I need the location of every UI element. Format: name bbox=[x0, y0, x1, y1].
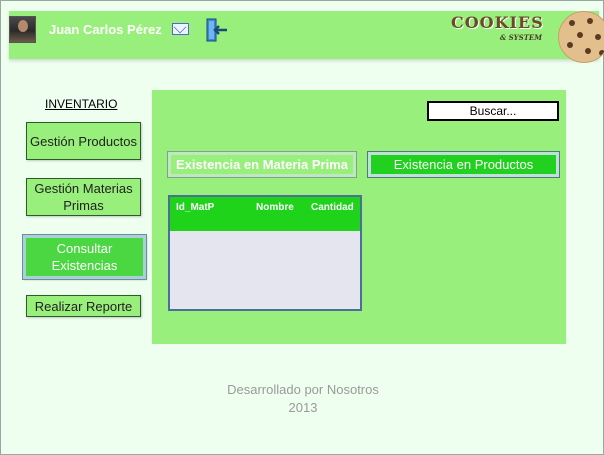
cookie-icon bbox=[558, 11, 604, 63]
sidebar-item-realizar-reporte[interactable]: Realizar Reporte bbox=[26, 295, 141, 317]
footer-year: 2013 bbox=[288, 400, 318, 415]
search-button[interactable]: Buscar... bbox=[427, 101, 559, 121]
user-name: Juan Carlos Pérez bbox=[49, 22, 162, 37]
logo-main-text: COOKIES bbox=[451, 13, 544, 32]
user-avatar[interactable] bbox=[9, 16, 36, 43]
app-header: Juan Carlos Pérez COOKIES & SYSTEM bbox=[9, 11, 604, 63]
footer-credit: Desarrollado por Nosotros bbox=[227, 382, 379, 397]
column-header-id[interactable]: Id_MatP bbox=[176, 202, 214, 213]
sidebar-title: INVENTARIO bbox=[45, 97, 118, 111]
column-header-nombre[interactable]: Nombre bbox=[256, 202, 294, 213]
footer: Desarrollado por Nosotros 2013 bbox=[1, 381, 604, 417]
column-header-cantidad[interactable]: Cantidad bbox=[311, 202, 354, 213]
existencias-table[interactable]: Id_MatP Nombre Cantidad bbox=[168, 195, 362, 311]
mail-icon[interactable] bbox=[172, 23, 189, 35]
logo-sub-text: & SYSTEM bbox=[499, 33, 542, 42]
table-header: Id_MatP Nombre Cantidad bbox=[170, 197, 360, 231]
tab-existencia-materia-prima[interactable]: Existencia en Materia Prima bbox=[167, 151, 357, 178]
exit-icon[interactable] bbox=[205, 17, 229, 43]
sidebar-item-gestion-materias-primas[interactable]: Gestión Materias Primas bbox=[26, 178, 141, 216]
sidebar-item-consultar-existencias[interactable]: Consultar Existencias bbox=[22, 234, 147, 280]
sidebar-item-gestion-productos[interactable]: Gestión Productos bbox=[26, 122, 141, 160]
brand-logo: COOKIES & SYSTEM bbox=[451, 13, 556, 49]
table-body bbox=[170, 231, 360, 309]
tab-existencia-productos[interactable]: Existencia en Productos bbox=[367, 151, 560, 178]
